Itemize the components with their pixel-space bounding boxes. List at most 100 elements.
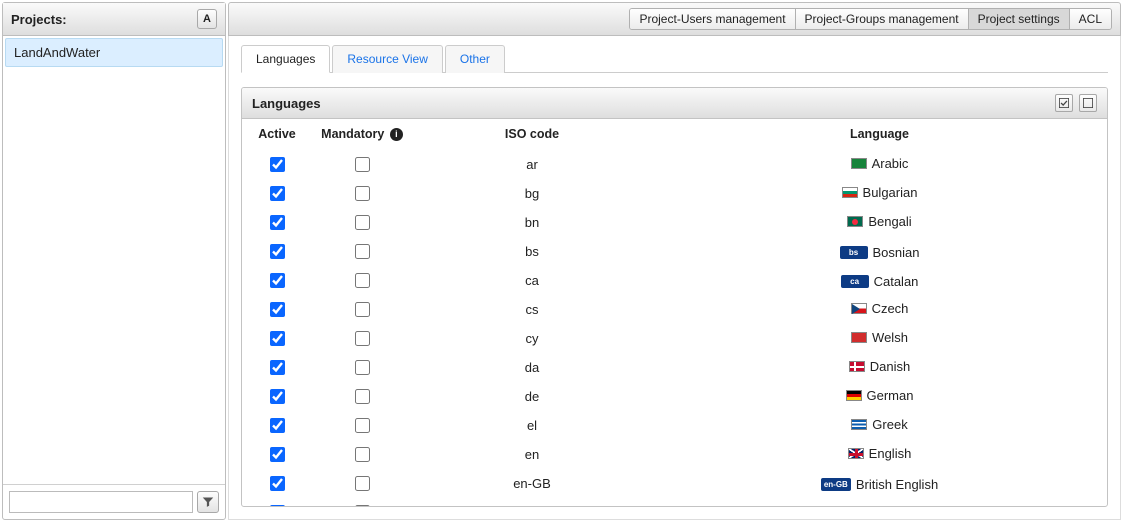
subtabs: LanguagesResource ViewOther xyxy=(241,44,1108,73)
deselect-all-button[interactable] xyxy=(1079,94,1097,112)
flag-icon: en-GB xyxy=(821,478,851,491)
languages-panel: Languages xyxy=(241,87,1108,507)
table-row: ca ca Catalan xyxy=(242,266,1107,295)
topbar-tab[interactable]: Project settings xyxy=(969,9,1070,29)
language-cell: Danish xyxy=(849,359,910,374)
subtab[interactable]: Other xyxy=(445,45,505,73)
active-checkbox[interactable] xyxy=(270,418,285,433)
language-name: Catalan xyxy=(874,274,919,289)
active-checkbox[interactable] xyxy=(270,505,285,507)
mandatory-checkbox[interactable] xyxy=(355,360,370,375)
language-name: Greek xyxy=(872,417,907,432)
mandatory-checkbox[interactable] xyxy=(355,447,370,462)
col-mandatory: Mandatory i xyxy=(312,119,412,150)
active-checkbox[interactable] xyxy=(270,157,285,172)
mandatory-checkbox[interactable] xyxy=(355,215,370,230)
language-name: Bosnian xyxy=(873,245,920,260)
iso-code-cell: bn xyxy=(412,208,652,237)
mandatory-checkbox[interactable] xyxy=(355,302,370,317)
active-checkbox[interactable] xyxy=(270,186,285,201)
project-item-label: LandAndWater xyxy=(14,45,100,60)
projects-title: Projects: xyxy=(11,12,67,27)
active-checkbox[interactable] xyxy=(270,215,285,230)
language-name: Czech xyxy=(872,301,909,316)
subtab[interactable]: Resource View xyxy=(332,45,442,73)
mandatory-checkbox[interactable] xyxy=(355,186,370,201)
flag-icon xyxy=(851,303,867,314)
language-name: Bengali xyxy=(868,214,911,229)
active-checkbox[interactable] xyxy=(270,331,285,346)
iso-code-cell: el xyxy=(412,411,652,440)
iso-code-cell: cs xyxy=(412,295,652,324)
flag-icon: bs xyxy=(840,246,868,259)
language-cell: bs Bosnian xyxy=(840,245,920,260)
flag-icon xyxy=(847,216,863,227)
language-cell: English xyxy=(848,446,912,461)
funnel-icon xyxy=(202,496,214,508)
language-cell: Greek xyxy=(851,417,907,432)
language-name: British English xyxy=(856,477,938,492)
iso-code-cell: ar xyxy=(412,150,652,179)
active-checkbox[interactable] xyxy=(270,273,285,288)
mandatory-checkbox[interactable] xyxy=(355,331,370,346)
iso-code-cell: bg xyxy=(412,179,652,208)
info-icon[interactable]: i xyxy=(390,128,403,141)
check-square-icon xyxy=(1059,98,1069,108)
iso-code-cell: bs xyxy=(412,237,652,266)
language-name: English xyxy=(869,446,912,461)
projects-header: Projects: A xyxy=(3,3,225,36)
iso-code-cell: de xyxy=(412,382,652,411)
language-cell: en-GB British English xyxy=(821,477,938,492)
languages-table-scroll[interactable]: Active Mandatory i ISO code Language arA… xyxy=(242,119,1107,506)
language-cell: Arabic xyxy=(851,156,909,171)
mandatory-checkbox[interactable] xyxy=(355,476,370,491)
content-area: LanguagesResource ViewOther Languages xyxy=(228,36,1121,520)
filter-button[interactable] xyxy=(197,491,219,513)
topbar-tab[interactable]: ACL xyxy=(1070,9,1111,29)
projects-sidebar: Projects: A LandAndWater xyxy=(2,2,226,520)
active-checkbox[interactable] xyxy=(270,476,285,491)
languages-panel-title: Languages xyxy=(252,96,321,111)
table-row: bg Bulgarian xyxy=(242,179,1107,208)
table-row: daDanish xyxy=(242,353,1107,382)
col-iso: ISO code xyxy=(412,119,652,150)
flag-icon: ca xyxy=(841,275,869,288)
topbar-tab[interactable]: Project-Groups management xyxy=(796,9,969,29)
active-checkbox[interactable] xyxy=(270,360,285,375)
language-name: Arabic xyxy=(872,156,909,171)
subtab[interactable]: Languages xyxy=(241,45,330,73)
language-cell: Czech xyxy=(851,301,909,316)
add-project-button[interactable]: A xyxy=(197,9,217,29)
language-cell: Welsh xyxy=(851,330,908,345)
project-item[interactable]: LandAndWater xyxy=(5,38,223,67)
active-checkbox[interactable] xyxy=(270,302,285,317)
topbar-tab[interactable]: Project-Users management xyxy=(630,9,795,29)
projects-filter-bar xyxy=(3,484,225,519)
iso-code-cell: ca xyxy=(412,266,652,295)
language-cell: Bengali xyxy=(847,214,911,229)
table-row: ar Arabic xyxy=(242,150,1107,179)
mandatory-checkbox[interactable] xyxy=(355,505,370,507)
active-checkbox[interactable] xyxy=(270,244,285,259)
language-name: Bulgarian xyxy=(863,185,918,200)
table-row: el Greek xyxy=(242,411,1107,440)
projects-filter-input[interactable] xyxy=(9,491,193,513)
mandatory-checkbox[interactable] xyxy=(355,273,370,288)
select-all-button[interactable] xyxy=(1055,94,1073,112)
mandatory-checkbox[interactable] xyxy=(355,389,370,404)
active-checkbox[interactable] xyxy=(270,447,285,462)
table-row: bs bs Bosnian xyxy=(242,237,1107,266)
mandatory-checkbox[interactable] xyxy=(355,157,370,172)
active-checkbox[interactable] xyxy=(270,389,285,404)
flag-icon xyxy=(851,419,867,430)
flag-icon xyxy=(851,158,867,169)
flag-icon xyxy=(849,361,865,372)
mandatory-checkbox[interactable] xyxy=(355,418,370,433)
language-cell: German xyxy=(846,388,914,403)
mandatory-checkbox[interactable] xyxy=(355,244,370,259)
iso-code-cell: en-US xyxy=(412,498,652,507)
empty-square-icon xyxy=(1083,98,1093,108)
iso-code-cell: en-GB xyxy=(412,469,652,498)
language-name: American English xyxy=(846,506,947,507)
col-language: Language xyxy=(652,119,1107,150)
